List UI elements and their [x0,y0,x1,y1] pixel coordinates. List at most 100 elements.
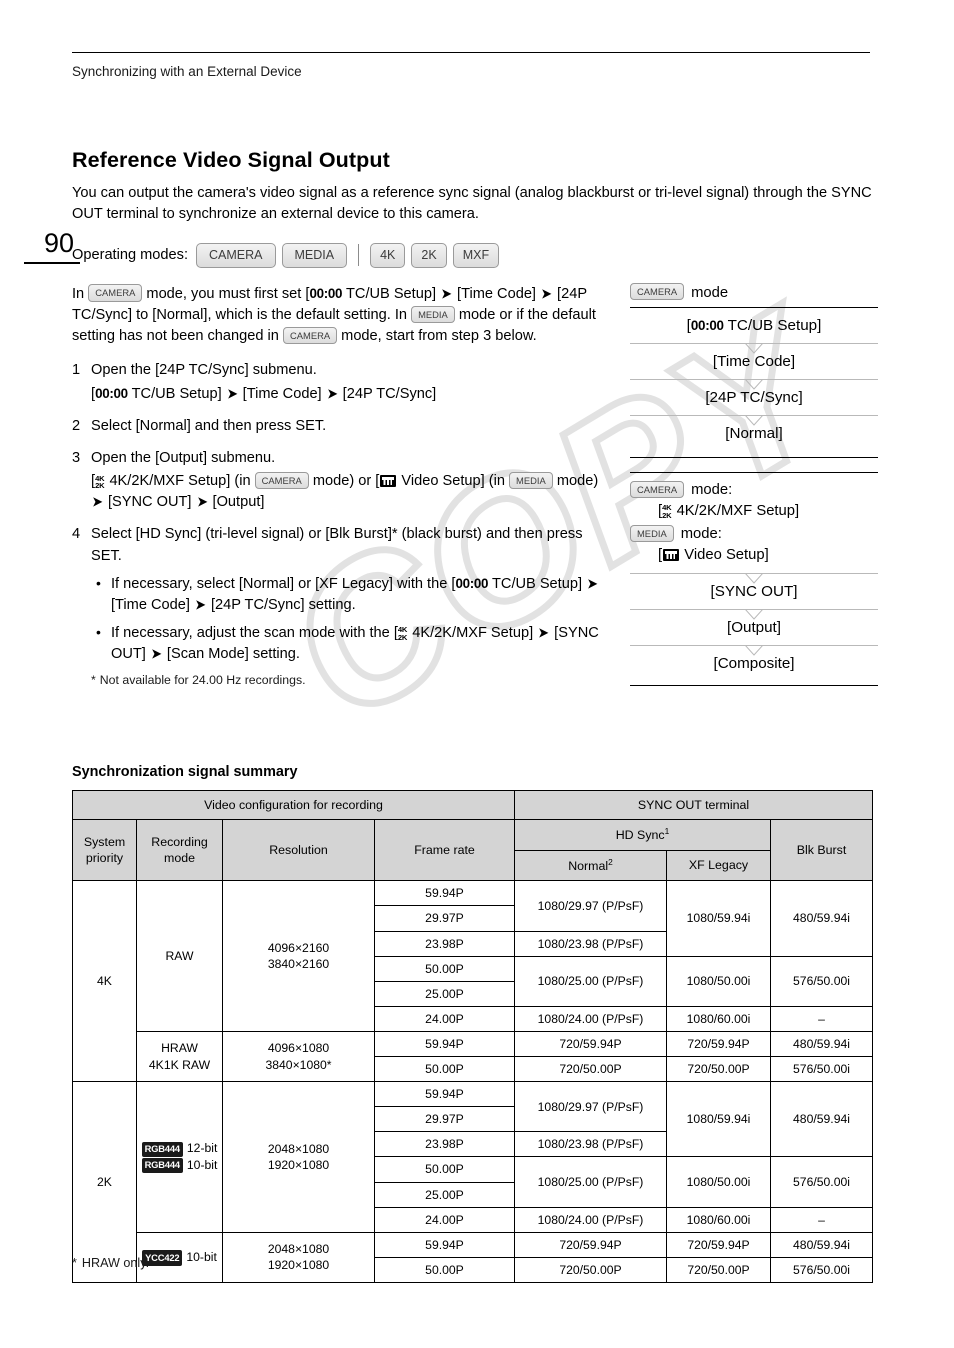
flow-group-camera-line: CAMERA mode: [630,480,878,500]
flow-group-camera-item: [4K 2K 4K/2K/MXF Setup] [630,501,878,521]
step-3-path: [4K 2K 4K/2K/MXF Setup] (in CAMERA mode) … [91,471,599,511]
cell-hd-sync-xf-legacy: 1080/60.00i [666,1005,771,1032]
cell-frame-rate: 50.00P [374,1256,515,1283]
step-3-setup: 4K/2K/MXF Setup] (in [109,473,251,490]
steps-list: 1 Open the [24P TC/Sync] submenu. [00:00… [72,360,612,690]
badge-camera-inline-1: CAMERA [88,284,143,302]
chevron-down-icon [745,379,763,391]
cell-frame-rate: 23.98P [374,1131,515,1158]
cell-system-priority: 2K [72,1081,137,1283]
col-blk-burst: Blk Burst [770,819,873,882]
bullet-2-text-b: 4K/2K/MXF Setup] [412,625,534,642]
step-3-mode: mode) [556,473,599,490]
cell-frame-rate: 59.94P [374,880,515,907]
chevron-right-icon: ➤ [441,286,452,301]
table-group-header-row: Video configuration for recording SYNC O… [72,789,873,821]
cell-blk-burst: 576/50.00i [770,1056,873,1083]
cell-frame-rate: 25.00P [374,1181,515,1208]
step-3: 3 Open the [Output] submenu. [4K 2K 4K/2K… [72,448,612,513]
table-subheader-row-1: System priority Recording mode Resolutio… [72,819,873,882]
step-4-footnote: * Not available for 24.00 Hz recordings. [91,672,612,690]
flow-group-media-label: Video Setup] [684,546,769,563]
step-heading: Open the [24P TC/Sync] submenu. [91,362,317,379]
col-normal-label: Normal [568,859,609,873]
operating-modes-label: Operating modes: [72,247,189,264]
footnote-text: Not available for 24.00 Hz recordings. [99,673,306,688]
format-badge: RGB444 [141,1157,183,1174]
table-footnote: * HRAW only. [72,1256,149,1270]
bullet-1-text-a: If necessary, select [Normal] or [XF Leg… [111,575,456,592]
cell-frame-rate: 24.00P [374,1005,515,1032]
instructions-column: In CAMERA mode, you must first set [00:0… [72,284,612,701]
table-footnote-text: HRAW only. [81,1256,150,1270]
flow-connector [630,645,878,656]
operating-modes-badges: CAMERA MEDIA 4K 2K MXF [196,243,500,268]
flow-connector [630,415,878,427]
header-sync-out: SYNC OUT terminal [514,789,873,821]
step-number: 2 [72,417,81,434]
cell-hd-sync-xf-legacy: 720/50.00P [666,1056,771,1083]
bullet-2: If necessary, adjust the scan mode with … [91,622,612,665]
badge-camera-inline-2: CAMERA [282,326,338,345]
flow-group-media-text: mode: [680,526,722,543]
cell-recording-mode: RGB444 12-bit RGB444 10-bit [136,1081,223,1233]
cell-hd-sync-xf-legacy: 720/59.94P [666,1231,771,1258]
step-2: 2 Select [Normal] and then press SET. [72,416,612,437]
video-setup-icon [663,548,680,561]
cell-frame-rate: 24.00P [374,1206,515,1233]
flow-mode-label: CAMERA mode [630,283,878,301]
step-3-syncout: [SYNC OUT] [107,494,192,511]
step-heading: Open the [Output] submenu. [91,449,276,466]
cell-frame-rate: 50.00P [374,955,515,982]
flow-connector [630,343,878,355]
badge-2k: 2K [411,243,447,268]
cell-hd-sync-xf-legacy: 1080/50.00i [666,1156,771,1208]
preamble-text-1: In [72,286,85,302]
bullet-1-text-c: [Time Code] [111,596,190,613]
cell-hd-sync-xf-legacy: 1080/60.00i [666,1206,771,1233]
cell-blk-burst: 576/50.00i [770,1256,873,1283]
timecode-icon-1: 00:00 [309,286,343,301]
cell-hd-sync-normal: 1080/24.00 (P/PsF) [514,1206,667,1233]
cell-frame-rate: 23.98P [374,930,515,957]
cell-hd-sync-xf-legacy: 1080/59.94i [666,1081,771,1158]
badge-media-flow: MEDIA [630,524,674,543]
chevron-right-icon: ➤ [541,286,552,301]
col-hd-sync: HD Sync1 [514,819,771,851]
footnote-ref-2: 2 [608,856,613,867]
table-footnote-marker: * [72,1256,77,1270]
footnote-marker: * [91,673,96,688]
cell-resolution: 4096×1080 3840×1080* [222,1030,375,1083]
table-row: YCC422 10-bit 2048×1080 1920×1080 59.94P 720/… [73,1231,873,1283]
badge-mxf: MXF [452,243,500,268]
preamble-timecode: [Time Code] [457,286,536,302]
cell-blk-burst: 576/50.00i [770,1156,873,1208]
bullet-1-text-b: TC/UB Setup] [491,575,583,592]
cell-hd-sync-normal: 720/50.00P [514,1056,667,1083]
cell-hd-sync-normal: 1080/25.00 (P/PsF) [514,1156,667,1208]
cell-resolution: 4096×2160 3840×2160 [222,880,375,1032]
badge-camera-inline-3: CAMERA [254,471,309,489]
timecode-icon-flow: 00:00 [690,318,724,334]
cell-frame-rate: 50.00P [374,1056,515,1083]
badge-camera-flow-2: CAMERA [630,480,685,499]
chevron-down-icon [745,645,763,656]
flow-group-camera-label: 4K/2K/MXF Setup] [676,502,800,519]
cell-hd-sync-normal: 1080/29.97 (P/PsF) [514,1081,667,1133]
chevron-right-icon: ➤ [151,646,162,662]
4k2k-icon: 4K 2K [95,473,105,491]
header-video-config: Video configuration for recording [72,789,515,821]
preamble-text-2: mode, you must first set [ [146,286,310,302]
flow-rule-bottom [630,685,878,687]
cell-hd-sync-normal: 1080/24.00 (P/PsF) [514,1005,667,1032]
intro-paragraph: You can output the camera's video signal… [72,185,872,223]
header-rule [72,52,870,53]
cell-hd-sync-normal: 1080/23.98 (P/PsF) [514,1131,667,1158]
flow-connector [630,379,878,391]
cell-blk-burst: 576/50.00i [770,955,873,1007]
operating-modes-row: Operating modes: CAMERA MEDIA 4K 2K MXF [72,243,500,268]
cell-hd-sync-normal: 720/59.94P [514,1231,667,1258]
preamble-text-3: TC/UB Setup] [345,286,437,302]
synchronization-signal-table: Video configuration for recording SYNC O… [72,789,873,1283]
bullet-2-text-d: [Scan Mode] setting. [166,646,300,663]
